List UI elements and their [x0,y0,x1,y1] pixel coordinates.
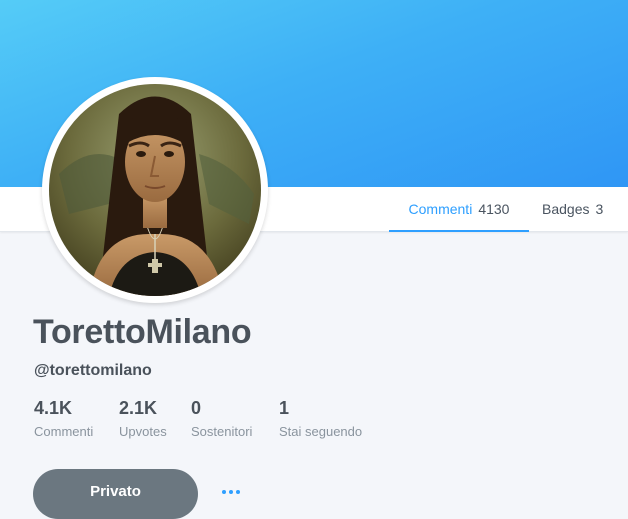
tab-comments-count: 4130 [478,201,510,217]
stat-following-value: 1 [279,398,290,418]
stat-upvotes-label: Upvotes [119,424,167,439]
avatar-image [49,84,261,296]
more-dots-icon[interactable] [220,480,244,504]
username-handle: @torettomilano [34,362,152,379]
stat-supporters-value: 0 [191,398,202,418]
more-dot [236,490,240,494]
tab-comments[interactable]: Commenti 4130 [389,187,529,232]
private-button[interactable]: Privato [33,469,198,519]
stat-following[interactable]: 1 Stai seguendo [279,397,362,439]
display-name: TorettoMilano [33,313,252,351]
stat-following-label: Stai seguendo [279,424,363,439]
tab-comments-label: Commenti [408,201,473,217]
more-dot [229,490,233,494]
tab-badges[interactable]: Badges 3 [542,187,603,231]
stat-upvotes[interactable]: 2.1K Upvotes [119,397,167,439]
more-dot [222,490,226,494]
stat-supporters[interactable]: 0 Sostenitori [191,397,252,439]
tab-badges-count: 3 [595,201,604,217]
tab-badges-label: Badges [542,201,590,217]
stat-comments-label: Commenti [34,424,94,439]
avatar[interactable] [42,77,268,303]
stat-comments-value: 4.1K [34,398,73,418]
stat-supporters-label: Sostenitori [191,424,253,439]
stat-comments[interactable]: 4.1K Commenti [34,397,93,439]
stat-upvotes-value: 2.1K [119,398,158,418]
